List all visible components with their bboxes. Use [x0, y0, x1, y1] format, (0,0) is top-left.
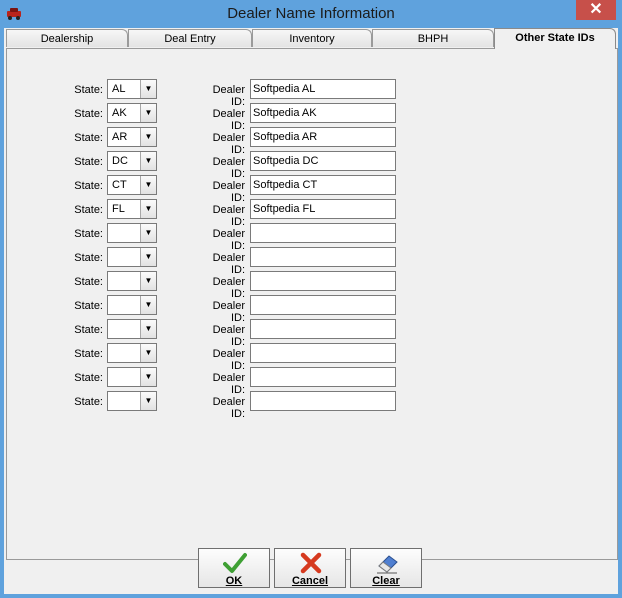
dealer-id-field[interactable] — [250, 295, 396, 315]
state-id-row: State: AR ▼ Dealer ID: Softpedia AR — [7, 127, 619, 156]
chevron-down-icon[interactable]: ▼ — [140, 152, 156, 170]
window-title: Dealer Name Information — [227, 5, 395, 22]
state-combo[interactable]: AL ▼ — [107, 79, 157, 99]
state-combo[interactable]: ▼ — [107, 247, 157, 267]
chevron-down-icon[interactable]: ▼ — [140, 80, 156, 98]
state-combo[interactable]: ▼ — [107, 391, 157, 411]
state-label: State: — [74, 396, 103, 408]
state-id-row: State: ▼ Dealer ID: — [7, 271, 619, 300]
dealer-id-field[interactable]: Softpedia AK — [250, 103, 396, 123]
state-label: State: — [74, 324, 103, 336]
chevron-down-icon[interactable]: ▼ — [140, 344, 156, 362]
state-combo[interactable]: FL ▼ — [107, 199, 157, 219]
cancel-label: Cancel — [291, 575, 329, 587]
ok-button[interactable]: OK — [198, 548, 270, 588]
state-label: State: — [74, 204, 103, 216]
tab-inventory[interactable]: Inventory — [252, 29, 372, 47]
state-id-row: State: ▼ Dealer ID: — [7, 295, 619, 324]
chevron-down-icon[interactable]: ▼ — [140, 104, 156, 122]
clear-label: Clear — [372, 575, 400, 587]
client-area: Dealership Deal Entry Inventory BHPH Oth… — [4, 28, 618, 594]
tab-strip: Dealership Deal Entry Inventory BHPH Oth… — [4, 28, 618, 49]
state-id-row: State: ▼ Dealer ID: — [7, 367, 619, 396]
state-value: DC — [112, 155, 128, 167]
state-id-row: State: ▼ Dealer ID: — [7, 223, 619, 252]
chevron-down-icon[interactable]: ▼ — [140, 296, 156, 314]
other-state-ids-panel: State: AL ▼ Dealer ID: Softpedia AL State: AK ▼… — [6, 48, 618, 560]
chevron-down-icon[interactable]: ▼ — [140, 176, 156, 194]
state-combo[interactable]: AR ▼ — [107, 127, 157, 147]
tab-other-state-ids[interactable]: Other State IDs — [494, 28, 616, 49]
dealer-id-field[interactable] — [250, 247, 396, 267]
state-label: State: — [74, 348, 103, 360]
dealer-id-field[interactable]: Softpedia FL — [250, 199, 396, 219]
state-id-row: State: ▼ Dealer ID: — [7, 247, 619, 276]
state-value: FL — [112, 203, 125, 215]
dealer-id-field[interactable] — [250, 367, 396, 387]
state-label: State: — [74, 276, 103, 288]
state-label: State: — [74, 300, 103, 312]
state-id-row: State: CT ▼ Dealer ID: Softpedia CT — [7, 175, 619, 204]
state-label: State: — [74, 372, 103, 384]
check-icon — [223, 553, 247, 573]
state-value: AK — [112, 107, 127, 119]
state-label: State: — [74, 108, 103, 120]
dealer-id-field[interactable]: Softpedia AR — [250, 127, 396, 147]
dealer-id-field[interactable] — [250, 271, 396, 291]
dealer-id-field[interactable] — [250, 391, 396, 411]
eraser-icon — [377, 555, 398, 574]
button-bar: OK Cancel Clear — [4, 548, 618, 594]
state-id-row: State: FL ▼ Dealer ID: Softpedia FL — [7, 199, 619, 228]
state-label: State: — [74, 180, 103, 192]
chevron-down-icon[interactable]: ▼ — [140, 272, 156, 290]
state-label: State: — [74, 156, 103, 168]
dealer-id-field[interactable] — [250, 223, 396, 243]
state-combo[interactable]: ▼ — [107, 367, 157, 387]
chevron-down-icon[interactable]: ▼ — [140, 128, 156, 146]
state-id-row: State: DC ▼ Dealer ID: Softpedia DC — [7, 151, 619, 180]
state-label: State: — [74, 84, 103, 96]
dealer-id-field[interactable] — [250, 343, 396, 363]
state-combo[interactable]: AK ▼ — [107, 103, 157, 123]
state-value: AR — [112, 131, 128, 143]
chevron-down-icon[interactable]: ▼ — [140, 200, 156, 218]
state-id-row: State: ▼ Dealer ID: — [7, 319, 619, 348]
state-combo[interactable]: ▼ — [107, 319, 157, 339]
state-combo[interactable]: ▼ — [107, 295, 157, 315]
tab-deal-entry[interactable]: Deal Entry — [128, 29, 252, 47]
state-id-row: State: ▼ Dealer ID: — [7, 391, 619, 420]
state-label: State: — [74, 252, 103, 264]
chevron-down-icon[interactable]: ▼ — [140, 392, 156, 410]
title-bar[interactable]: Dealer Name Information ✕ — [0, 0, 622, 28]
clear-button[interactable]: Clear — [350, 548, 422, 588]
dealer-id-field[interactable] — [250, 319, 396, 339]
state-value: CT — [112, 179, 127, 191]
state-id-row: State: AK ▼ Dealer ID: Softpedia AK — [7, 103, 619, 132]
state-combo[interactable]: CT ▼ — [107, 175, 157, 195]
state-combo[interactable]: DC ▼ — [107, 151, 157, 171]
state-combo[interactable]: ▼ — [107, 271, 157, 291]
tab-bhph[interactable]: BHPH — [372, 29, 494, 47]
state-combo[interactable]: ▼ — [107, 223, 157, 243]
state-id-row: State: ▼ Dealer ID: — [7, 343, 619, 372]
chevron-down-icon[interactable]: ▼ — [140, 248, 156, 266]
cancel-button[interactable]: Cancel — [274, 548, 346, 588]
state-id-row: State: AL ▼ Dealer ID: Softpedia AL — [7, 79, 619, 108]
state-value: AL — [112, 83, 126, 95]
state-label: State: — [74, 132, 103, 144]
dealer-name-information-window: Dealer Name Information ✕ Dealership Dea… — [0, 0, 622, 598]
chevron-down-icon[interactable]: ▼ — [140, 320, 156, 338]
dealer-id-field[interactable]: Softpedia AL — [250, 79, 396, 99]
chevron-down-icon[interactable]: ▼ — [140, 224, 156, 242]
dealer-id-label: Dealer ID: — [212, 396, 245, 420]
dealer-id-field[interactable]: Softpedia DC — [250, 151, 396, 171]
close-button[interactable]: ✕ — [576, 0, 616, 20]
ok-label: OK — [225, 575, 243, 587]
tab-dealership[interactable]: Dealership — [6, 29, 128, 47]
x-icon — [300, 552, 322, 574]
dealer-id-field[interactable]: Softpedia CT — [250, 175, 396, 195]
state-label: State: — [74, 228, 103, 240]
chevron-down-icon[interactable]: ▼ — [140, 368, 156, 386]
state-combo[interactable]: ▼ — [107, 343, 157, 363]
